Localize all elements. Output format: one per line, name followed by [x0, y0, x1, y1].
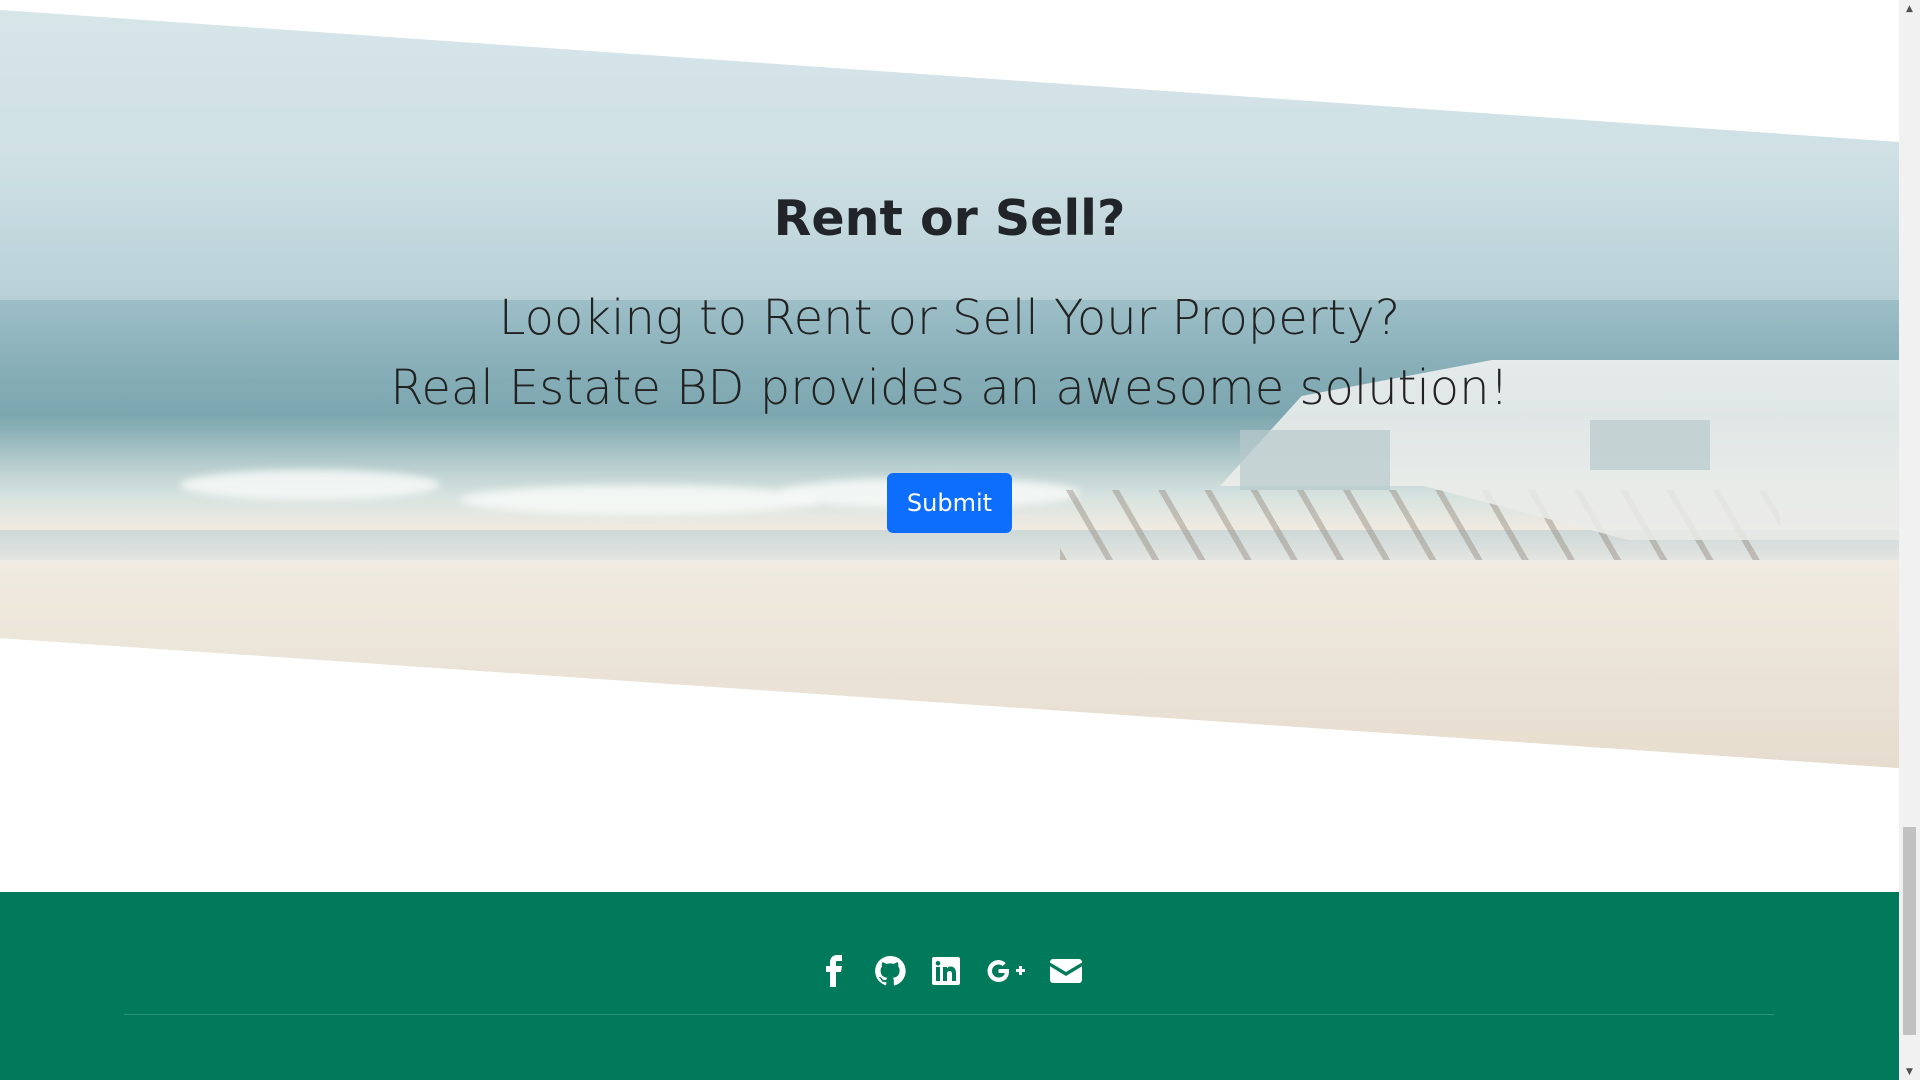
facebook-icon[interactable] [817, 954, 851, 988]
page: Rent or Sell? Looking to Rent or Sell Yo… [0, 0, 1899, 1080]
github-icon[interactable] [873, 954, 907, 988]
scroll-up-arrow-icon[interactable]: ▲ [1899, 0, 1920, 17]
hero-tagline-line-2: Real Estate BD provides an awesome solut… [390, 359, 1509, 416]
hero-tagline-line-1: Looking to Rent or Sell Your Property? [498, 289, 1401, 346]
envelope-icon[interactable] [1049, 954, 1083, 988]
section-title: Rent or Sell? [773, 190, 1126, 247]
page-scrollbar[interactable]: ▲ ▼ [1899, 0, 1920, 1080]
hero-content: Rent or Sell? Looking to Rent or Sell Yo… [0, 190, 1899, 533]
google-plus-icon[interactable] [985, 954, 1027, 988]
rent-or-sell-section: Rent or Sell? Looking to Rent or Sell Yo… [0, 10, 1899, 768]
footer [0, 892, 1899, 1080]
social-icons [0, 954, 1899, 988]
footer-divider [124, 1014, 1774, 1015]
submit-button[interactable]: Submit [886, 472, 1013, 533]
scroll-down-arrow-icon[interactable]: ▼ [1899, 1063, 1920, 1080]
scrollbar-thumb[interactable] [1903, 827, 1916, 1035]
linkedin-icon[interactable] [929, 954, 963, 988]
